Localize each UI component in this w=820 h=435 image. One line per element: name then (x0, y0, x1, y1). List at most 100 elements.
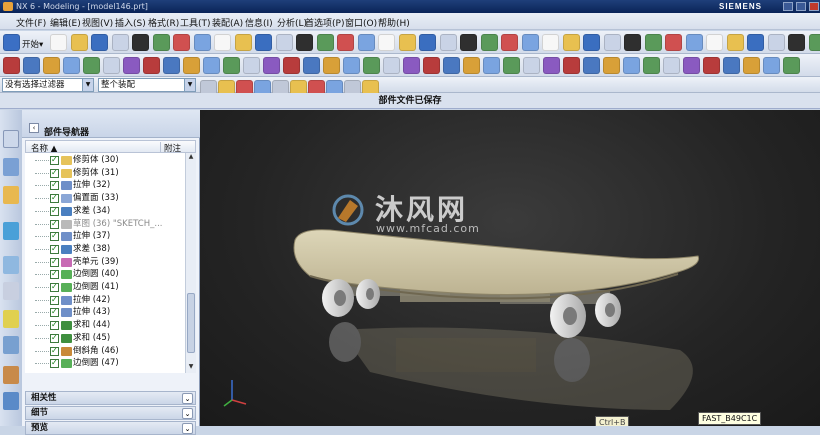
cone-icon[interactable] (283, 57, 300, 74)
datum-icon[interactable] (501, 34, 518, 51)
visibility-checkbox[interactable] (50, 156, 59, 165)
offset-icon[interactable] (503, 57, 520, 74)
unsuppress-icon[interactable] (763, 57, 780, 74)
hole-icon[interactable] (123, 57, 140, 74)
undo-icon[interactable] (173, 34, 190, 51)
mirror-icon[interactable] (563, 57, 580, 74)
blend-icon[interactable] (423, 57, 440, 74)
visibility-checkbox[interactable] (50, 359, 59, 368)
select-icon[interactable] (747, 34, 764, 51)
slot-icon[interactable] (203, 57, 220, 74)
snap-icon[interactable] (604, 34, 621, 51)
scroll-up-icon[interactable]: ▲ (187, 153, 195, 162)
tree-row[interactable]: 拉伸 (37) (25, 230, 185, 243)
menu-item-1[interactable]: 编辑(E) (50, 16, 81, 29)
shell-icon[interactable] (463, 57, 480, 74)
visibility-checkbox[interactable] (50, 283, 59, 292)
tree-row[interactable]: 修剪体 (30) (25, 154, 185, 167)
view-icon[interactable] (419, 34, 436, 51)
scale-icon[interactable] (523, 57, 540, 74)
boss-icon[interactable] (143, 57, 160, 74)
deselect-icon[interactable] (768, 34, 785, 51)
plane-icon[interactable] (706, 34, 723, 51)
scroll-down-icon[interactable]: ▼ (187, 363, 195, 372)
zoom-icon[interactable] (276, 34, 293, 51)
tree-row[interactable]: 壳单元 (39) (25, 256, 185, 269)
menu-item-2[interactable]: 视图(V) (82, 16, 113, 29)
save-icon[interactable] (91, 34, 108, 51)
patch-icon[interactable] (623, 57, 640, 74)
reuse-library-icon[interactable] (3, 222, 19, 240)
block-icon[interactable] (243, 57, 260, 74)
roles-icon[interactable] (3, 366, 19, 384)
rectangle-icon[interactable] (63, 57, 80, 74)
tree-row[interactable]: 求和 (44) (25, 319, 185, 332)
history-icon[interactable] (3, 256, 19, 274)
menu-item-4[interactable]: 格式(R) (148, 16, 179, 29)
unite-icon[interactable] (323, 57, 340, 74)
delete-icon[interactable] (703, 57, 720, 74)
line-icon[interactable] (563, 34, 580, 51)
repeat-icon[interactable] (214, 34, 231, 51)
line-icon[interactable] (23, 57, 40, 74)
minimize-button[interactable] (783, 2, 793, 11)
intersect-icon[interactable] (363, 57, 380, 74)
fit-icon[interactable] (255, 34, 272, 51)
sketch-icon[interactable] (542, 34, 559, 51)
menu-item-8[interactable]: 分析(L) (277, 16, 307, 29)
system-scenes-icon[interactable] (3, 392, 19, 410)
selection-scope-dropdown[interactable]: 整个装配 ▼ (98, 78, 196, 92)
tree-row[interactable]: 偏置面 (33) (25, 192, 185, 205)
wireframe-icon[interactable] (358, 34, 375, 51)
visibility-checkbox[interactable] (50, 270, 59, 279)
menu-item-7[interactable]: 信息(I) (245, 16, 273, 29)
menu-item-9[interactable]: 首选项(P) (305, 16, 344, 29)
system-materials-icon[interactable] (3, 282, 19, 300)
tree-row[interactable]: 求和 (45) (25, 332, 185, 345)
tree-row[interactable]: 倒斜角 (46) (25, 345, 185, 358)
part-navigator-tab-icon[interactable] (3, 130, 19, 148)
scroll-thumb[interactable] (187, 293, 195, 353)
arc-icon[interactable] (43, 57, 60, 74)
copy-icon[interactable] (132, 34, 149, 51)
close-button[interactable] (809, 2, 819, 11)
edit-param-icon[interactable] (723, 57, 740, 74)
revolve-icon[interactable] (103, 57, 120, 74)
snap-point-icon[interactable] (686, 34, 703, 51)
visibility-checkbox[interactable] (50, 321, 59, 330)
measure-icon[interactable] (481, 34, 498, 51)
info-icon[interactable] (783, 57, 800, 74)
visibility-checkbox[interactable] (50, 334, 59, 343)
subtract-icon[interactable] (343, 57, 360, 74)
thicken-icon[interactable] (583, 57, 600, 74)
collapse-icon[interactable]: ‹ (29, 123, 39, 133)
tree-row[interactable]: 草图 (36) "SKETCH_... (25, 218, 185, 231)
command-finder-icon[interactable] (235, 34, 252, 51)
paste-icon[interactable] (153, 34, 170, 51)
tree-row[interactable]: 拉伸 (42) (25, 294, 185, 307)
visibility-checkbox[interactable] (50, 232, 59, 241)
chevron-down-icon[interactable]: ⌄ (182, 408, 193, 419)
menu-item-5[interactable]: 工具(T) (180, 16, 211, 29)
trim-icon[interactable] (383, 57, 400, 74)
new-icon[interactable] (50, 34, 67, 51)
constraint-navigator-icon[interactable] (3, 186, 19, 204)
tree-row[interactable]: 求差 (34) (25, 205, 185, 218)
web-browser-icon[interactable] (3, 336, 19, 354)
tree-row[interactable]: 求差 (38) (25, 243, 185, 256)
graphics-viewport[interactable]: 沐风网 www.mfcad.com FAST_B49C1C Ctrl+B (200, 110, 820, 426)
tree-row[interactable]: 边倒圆 (41) (25, 281, 185, 294)
split-icon[interactable] (403, 57, 420, 74)
tree-row[interactable]: 拉伸 (32) (25, 179, 185, 192)
chevron-down-icon[interactable]: ⌄ (182, 393, 193, 404)
suppress-icon[interactable] (743, 57, 760, 74)
extrude-icon[interactable] (83, 57, 100, 74)
start-button[interactable]: 开始▾ (22, 38, 43, 50)
visibility-checkbox[interactable] (50, 308, 59, 317)
replace-icon[interactable] (643, 57, 660, 74)
orient-icon[interactable] (399, 34, 416, 51)
menu-item-6[interactable]: 装配(A) (212, 16, 243, 29)
visibility-checkbox[interactable] (50, 207, 59, 216)
pocket-icon[interactable] (163, 57, 180, 74)
edit-icon[interactable] (809, 34, 820, 51)
